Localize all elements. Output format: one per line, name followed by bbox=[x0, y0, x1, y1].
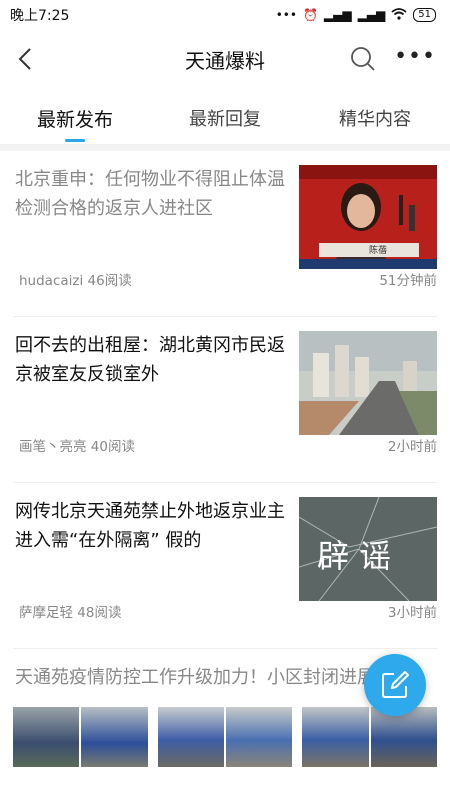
app-header: 天通爆料 ••• bbox=[0, 30, 450, 88]
post-photo bbox=[302, 707, 438, 767]
list-item[interactable]: 北京重申：任何物业不得阻止体温检测合格的返京人进社区 陈蓓 hudacaizi … bbox=[13, 151, 437, 317]
tab-featured[interactable]: 精华内容 bbox=[300, 88, 450, 144]
post-photo bbox=[13, 707, 148, 767]
post-photo bbox=[157, 707, 293, 767]
thumbnail-caption: 辟 谣 bbox=[317, 537, 391, 575]
thumbnail-caption: 陈蓓 bbox=[369, 244, 387, 256]
post-time: 3小时前 bbox=[387, 605, 437, 621]
page-title: 天通爆料 bbox=[185, 48, 265, 73]
signal-icon: ▂▄▆ bbox=[323, 8, 352, 22]
list-item[interactable]: 回不去的出租屋：湖北黄冈市民返京被室友反锁室外 画笔丶亮亮 40阅读 2小时前 bbox=[13, 317, 437, 483]
more-notifications-icon: ••• bbox=[275, 8, 297, 22]
search-button[interactable] bbox=[348, 44, 378, 74]
post-meta: 萨摩足轻 48阅读 bbox=[19, 605, 122, 621]
post-title: 北京重申：任何物业不得阻止体温检测合格的返京人进社区 bbox=[15, 169, 285, 219]
list-item[interactable]: 网传北京天通苑禁止外地返京业主进入需“在外隔离” 假的 辟 谣 萨摩足轻 48阅… bbox=[13, 483, 437, 649]
edit-icon bbox=[382, 671, 409, 698]
post-meta: hudacaizi 46阅读 bbox=[19, 273, 132, 289]
battery-icon: 51 bbox=[413, 8, 436, 22]
back-arrow-icon bbox=[18, 48, 31, 70]
tab-latest-posts[interactable]: 最新发布 bbox=[0, 88, 150, 144]
hd-signal-icon: ▂▄▆ bbox=[357, 8, 386, 22]
more-options-button[interactable]: ••• bbox=[394, 46, 436, 68]
post-time: 2小时前 bbox=[387, 439, 437, 455]
post-meta: 画笔丶亮亮 40阅读 bbox=[19, 439, 135, 455]
tab-bar: 最新发布 最新回复 精华内容 bbox=[0, 88, 450, 145]
post-title: 网传北京天通苑禁止外地返京业主进入需“在外隔离” 假的 bbox=[15, 501, 285, 551]
status-bar: 晚上7:25 ••• ⏰ ▂▄▆ ▂▄▆ 51 bbox=[0, 0, 450, 30]
search-icon bbox=[351, 47, 375, 71]
back-button[interactable] bbox=[10, 42, 40, 76]
status-icons: ••• ⏰ ▂▄▆ ▂▄▆ 51 bbox=[275, 7, 436, 23]
tab-latest-replies[interactable]: 最新回复 bbox=[150, 88, 300, 144]
post-thumbnail: 辟 谣 bbox=[299, 497, 437, 601]
alarm-icon: ⏰ bbox=[302, 8, 318, 22]
post-photo-strip bbox=[13, 707, 438, 767]
wifi-icon bbox=[391, 7, 407, 23]
post-time: 51分钟前 bbox=[379, 273, 437, 289]
status-time: 晚上7:25 bbox=[10, 8, 70, 24]
post-thumbnail: 陈蓓 bbox=[299, 165, 437, 269]
post-title: 回不去的出租屋：湖北黄冈市民返京被室友反锁室外 bbox=[15, 335, 285, 385]
compose-button[interactable] bbox=[364, 654, 426, 716]
post-thumbnail bbox=[299, 331, 437, 435]
